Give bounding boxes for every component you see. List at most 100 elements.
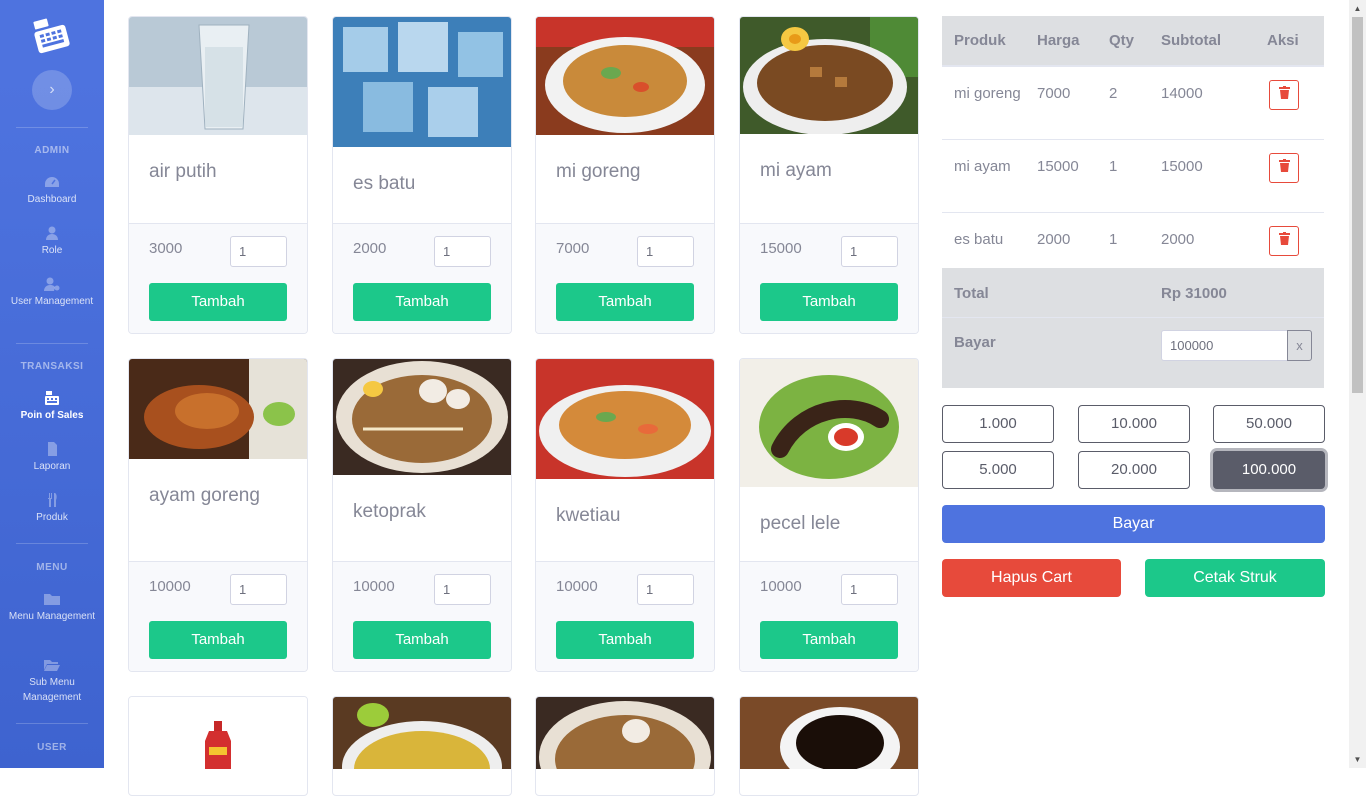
product-price: 7000 [556, 240, 590, 257]
sidebar-item-produk[interactable]: Produk [0, 493, 104, 525]
sidebar-item-role[interactable]: Role [0, 226, 104, 258]
add-to-cart-button[interactable]: Tambah [760, 621, 898, 659]
add-to-cart-button[interactable]: Tambah [149, 621, 287, 659]
chevron-right-icon: › [49, 81, 55, 98]
column-header: Produk [942, 16, 1025, 67]
quantity-input[interactable]: 1 [434, 236, 491, 267]
sidebar-item-label: User Management [10, 296, 94, 307]
nominal-button[interactable]: 20.000 [1078, 451, 1190, 489]
product-price: 15000 [760, 240, 802, 257]
add-to-cart-button[interactable]: Tambah [556, 283, 694, 321]
product-card [332, 696, 512, 796]
utensils-icon [48, 493, 57, 507]
ketoprak-image [333, 359, 511, 475]
quantity-input[interactable]: 1 [434, 574, 491, 605]
scroll-down-arrow-icon[interactable]: ▼ [1349, 751, 1366, 768]
sidebar-heading-menu: MENU [36, 562, 68, 573]
product-card: es batu 2000 1 Tambah [332, 16, 512, 334]
payment-amount-input[interactable]: 100000 [1161, 330, 1288, 361]
product-price: 2000 [353, 240, 387, 257]
mi-ayam-image [740, 17, 918, 135]
cetak-struk-button[interactable]: Cetak Struk [1145, 559, 1325, 597]
cart-cell-harga: 15000 [1025, 139, 1097, 213]
nominal-button[interactable]: 1.000 [942, 405, 1054, 443]
quantity-input[interactable]: 1 [230, 236, 287, 267]
product-card: mi goreng 7000 1 Tambah [535, 16, 715, 334]
sidebar-toggle-button[interactable]: › [32, 70, 72, 110]
product-name: ketoprak [353, 501, 426, 522]
product-footer: 10000 1 Tambah [536, 561, 714, 671]
sidebar-item-laporan[interactable]: Laporan [0, 442, 104, 474]
product-footer: 15000 1 Tambah [740, 223, 918, 333]
bayar-button[interactable]: Bayar [942, 505, 1325, 543]
cart-row: es batu 2000 1 2000 [942, 212, 1324, 269]
quantity-input[interactable]: 1 [637, 236, 694, 267]
tachometer-icon [45, 177, 59, 187]
kwetiau-image [536, 359, 714, 479]
user-tie-icon [46, 226, 58, 240]
product-name: air putih [149, 161, 217, 182]
sidebar: › ADMIN Dashboard Role User Management T… [0, 0, 104, 768]
quantity-input[interactable]: 1 [637, 574, 694, 605]
add-to-cart-button[interactable]: Tambah [353, 621, 491, 659]
quantity-input[interactable]: 1 [841, 236, 898, 267]
column-header: Qty [1097, 16, 1149, 67]
nominal-button[interactable]: 10.000 [1078, 405, 1190, 443]
sidebar-item-label: Menu Management [8, 611, 96, 622]
delete-item-button[interactable] [1269, 225, 1299, 256]
quantity-input[interactable]: 1 [841, 574, 898, 605]
cart-cell-aksi [1255, 139, 1324, 213]
sidebar-item-label: Sub Menu Management [22, 677, 82, 703]
product-name: pecel lele [760, 513, 841, 534]
water-glass-image [129, 17, 307, 135]
cart-cell-aksi [1255, 66, 1324, 140]
product-price: 10000 [556, 578, 598, 595]
sidebar-item-label: Poin of Sales [20, 410, 84, 421]
nominal-button[interactable]: 5.000 [942, 451, 1054, 489]
ice-cubes-image [333, 17, 511, 147]
add-to-cart-button[interactable]: Tambah [556, 621, 694, 659]
cart-header-row: Produk Harga Qty Subtotal Aksi [942, 16, 1324, 67]
nominal-button[interactable]: 50.000 [1213, 405, 1325, 443]
scrollbar-thumb[interactable] [1352, 17, 1363, 393]
cart-cell-produk: es batu [942, 212, 1025, 269]
sauce-bottle-image [129, 697, 307, 769]
column-header: Subtotal [1149, 16, 1255, 67]
product-price: 10000 [149, 578, 191, 595]
sidebar-divider [16, 343, 88, 344]
cart-cell-harga: 7000 [1025, 66, 1097, 140]
page-scrollbar[interactable]: ▲ ▼ [1349, 0, 1366, 768]
sidebar-item-menu-management[interactable]: Menu Management [0, 592, 104, 624]
product-footer: 10000 1 Tambah [129, 561, 307, 671]
nominal-button-selected[interactable]: 100.000 [1213, 451, 1325, 489]
product-card: ketoprak 10000 1 Tambah [332, 358, 512, 672]
sidebar-item-sub-menu-management[interactable]: Sub Menu Management [0, 658, 104, 705]
cart-cell-qty: 1 [1097, 212, 1149, 269]
sidebar-item-user-management[interactable]: User Management [0, 277, 104, 309]
cash-register-logo-icon[interactable] [32, 16, 72, 56]
product-footer: 10000 1 Tambah [333, 561, 511, 671]
add-to-cart-button[interactable]: Tambah [353, 283, 491, 321]
file-icon [48, 442, 57, 456]
add-to-cart-button[interactable]: Tambah [760, 283, 898, 321]
summary-divider [942, 317, 1324, 318]
product-card [535, 696, 715, 796]
sidebar-item-dashboard[interactable]: Dashboard [0, 175, 104, 207]
sidebar-heading-admin: ADMIN [34, 145, 70, 156]
hapus-cart-button[interactable]: Hapus Cart [942, 559, 1121, 597]
delete-item-button[interactable] [1269, 80, 1299, 110]
add-to-cart-button[interactable]: Tambah [149, 283, 287, 321]
quantity-input[interactable]: 1 [230, 574, 287, 605]
delete-item-button[interactable] [1269, 152, 1299, 183]
product-price: 10000 [353, 578, 395, 595]
cart-cell-subtotal: 14000 [1149, 66, 1255, 140]
total-value: Rp 31000 [1161, 285, 1227, 302]
clear-payment-button[interactable]: x [1287, 330, 1312, 361]
sidebar-item-poin-of-sales[interactable]: Poin of Sales [0, 391, 104, 423]
sidebar-heading-user: USER [37, 742, 67, 753]
trash-icon [1278, 158, 1290, 172]
product-card [128, 696, 308, 796]
product-name: es batu [353, 173, 416, 194]
column-header: Aksi [1255, 16, 1324, 67]
scroll-up-arrow-icon[interactable]: ▲ [1349, 0, 1366, 17]
